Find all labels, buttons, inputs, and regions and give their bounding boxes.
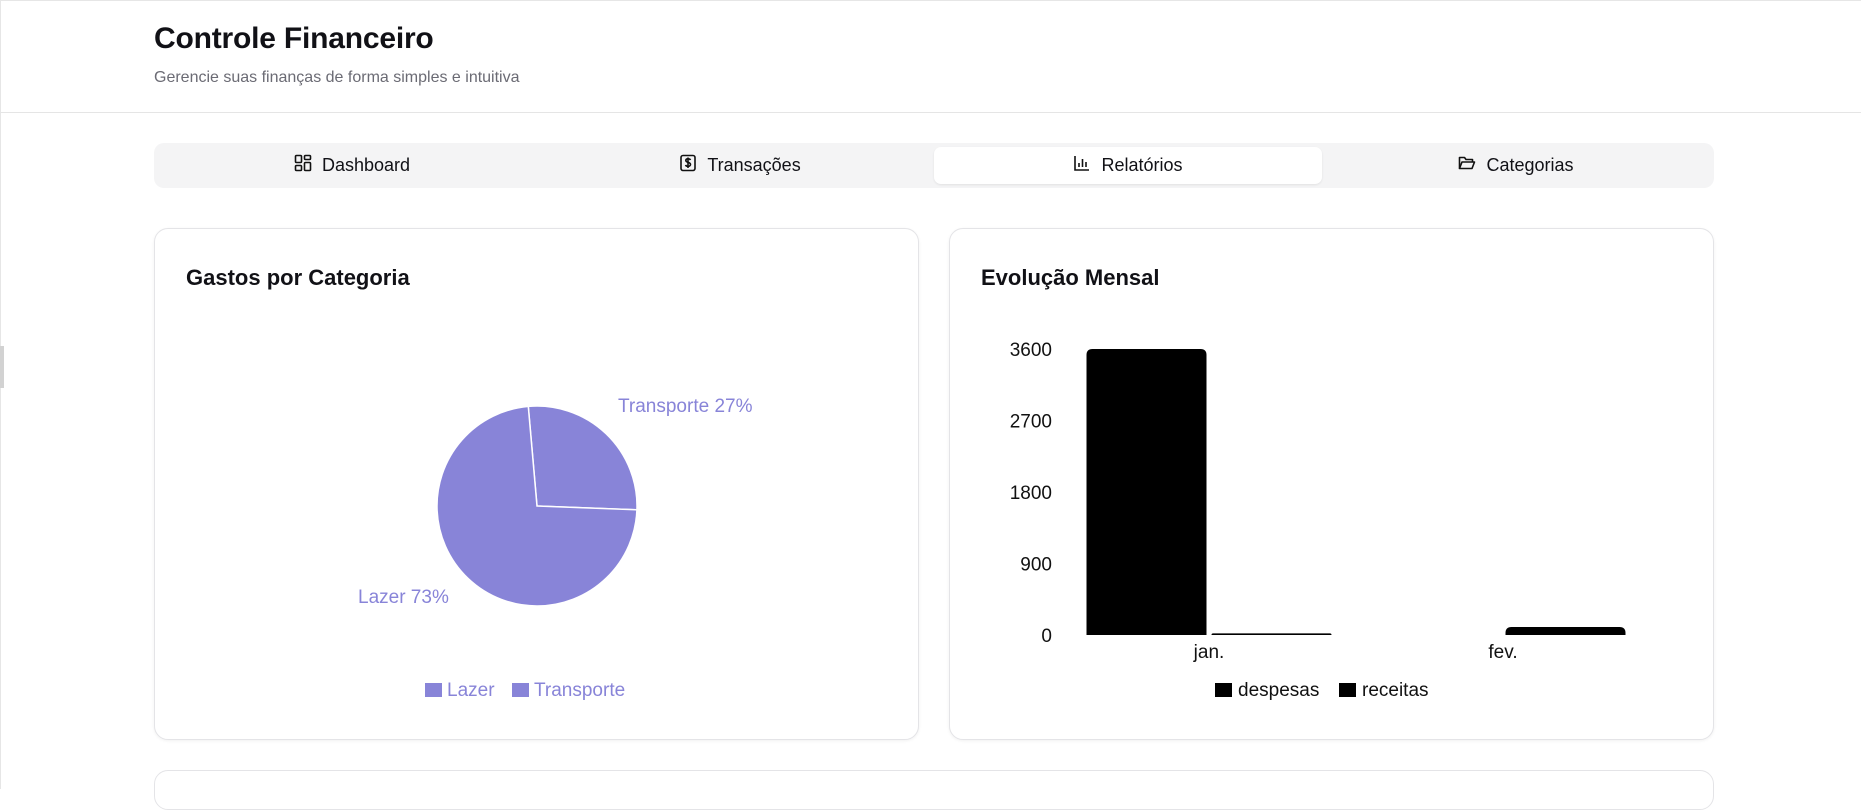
bar-receitas-jan[interactable] [1211,633,1332,635]
tab-label: Relatórios [1101,155,1183,175]
pie-legend: Lazer Transporte [425,680,625,701]
pie-chart: Transporte 27% Lazer 73% Lazer Transport… [358,396,753,701]
y-tick-label: 2700 [1010,412,1052,433]
legend-swatch-transporte [512,683,529,697]
expenses-by-category-card: Gastos por Categoria Transporte 27% Laze… [154,228,919,740]
main-tabs: Dashboard Transações Relatórios Categori… [154,143,1714,188]
tab-dashboard[interactable]: Dashboard [158,147,546,184]
legend-label-receitas: receitas [1362,680,1429,701]
slice-label-transporte: Transporte 27% [618,396,753,417]
bar-despesas-jan[interactable] [1086,349,1207,635]
legend-label-lazer: Lazer [447,680,495,701]
tab-transacoes[interactable]: Transações [546,147,934,184]
bar-chart-icon [1073,154,1091,177]
legend-swatch-receitas [1339,683,1356,697]
slice-label-lazer: Lazer 73% [358,587,449,608]
bar-receitas-fev[interactable] [1505,627,1626,635]
y-tick-label: 1800 [1010,483,1052,504]
x-tick-label: jan. [1193,642,1225,663]
dashboard-icon [294,154,312,177]
scrollbar-handle[interactable] [0,346,4,388]
x-tick-label: fev. [1488,642,1517,663]
bar-legend: despesas receitas [1215,680,1429,701]
y-tick-label: 900 [1020,555,1052,576]
legend-swatch-despesas [1215,683,1232,697]
legend-label-transporte: Transporte [534,680,625,701]
bar-chart: 0 900 1800 2700 3600 jan. fev. despesas recei… [1010,340,1626,701]
tab-label: Categorias [1486,155,1574,175]
tab-relatorios[interactable]: Relatórios [934,147,1322,184]
next-card-partial [154,770,1714,810]
tab-categorias[interactable]: Categorias [1322,147,1710,184]
page-subtitle: Gerencie suas finanças de forma simples … [154,69,520,86]
legend-label-despesas: despesas [1238,680,1319,701]
pie-slice-transporte[interactable] [527,405,638,511]
monthly-evolution-card: Evolução Mensal 0 900 1800 2700 3600 jan. fev… [949,228,1714,740]
dollar-receipt-icon [679,154,697,177]
y-tick-label: 0 [1041,626,1052,647]
tab-label: Dashboard [321,155,411,175]
folder-icon [1458,154,1476,177]
legend-swatch-lazer [425,683,442,697]
tab-label: Transações [707,155,801,175]
app-header: Controle Financeiro Gerencie suas finanç… [0,0,1861,113]
y-tick-label: 3600 [1010,340,1052,361]
page-title: Controle Financeiro [154,22,434,55]
